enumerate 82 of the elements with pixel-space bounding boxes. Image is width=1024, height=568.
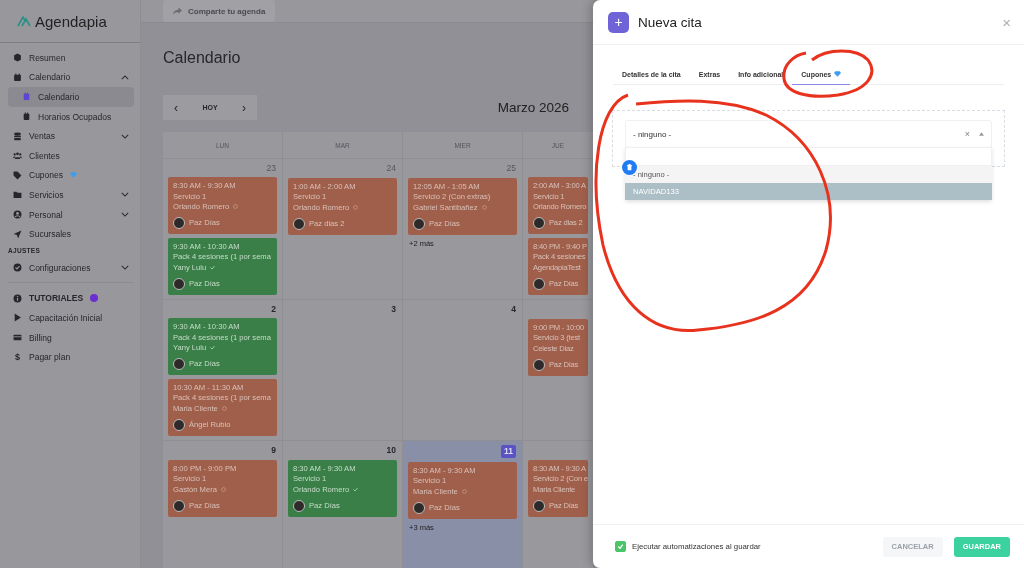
share-icon: [173, 7, 182, 15]
database-icon: [13, 131, 22, 141]
nav-subitem[interactable]: Calendario: [8, 87, 134, 107]
chevron-icon[interactable]: [121, 133, 129, 139]
day-number: 9: [271, 445, 276, 456]
avatar: [173, 217, 185, 230]
credit-card-icon: [13, 333, 22, 342]
circle-icon: [461, 489, 467, 495]
avatar: [533, 278, 545, 290]
logo-text: Agendapia: [35, 12, 107, 30]
calendar-icon: [13, 72, 22, 82]
next-button[interactable]: ›: [231, 99, 257, 116]
day-number: 25: [506, 163, 516, 174]
nav-item[interactable]: $ Pagar plan: [8, 347, 134, 367]
avatar: [293, 499, 305, 512]
check-icon: [353, 487, 359, 493]
previous-button[interactable]: ‹: [163, 99, 189, 116]
modal-title: Nueva cita: [638, 14, 703, 30]
info-icon: [13, 293, 22, 303]
tag-icon: [13, 170, 22, 180]
avatar: [173, 358, 185, 371]
circle-icon: [353, 205, 359, 211]
avatar: [413, 501, 425, 514]
dollar-icon: $: [13, 352, 22, 363]
nav-item[interactable]: Clientes: [8, 145, 134, 166]
day-number: 2: [271, 304, 276, 315]
circle-icon: [233, 204, 239, 210]
day-number: 24: [386, 163, 396, 174]
chevron-icon[interactable]: [121, 74, 129, 80]
avatar: [173, 419, 185, 431]
add-button[interactable]: +: [608, 11, 629, 33]
paper-plane-icon: [13, 229, 22, 239]
nav-item[interactable]: Capacitación Inicial: [8, 308, 134, 328]
month-label: Marzo 2026: [497, 100, 569, 115]
nav-item[interactable]: Cupones: [8, 165, 134, 186]
share-button[interactable]: Comparte tu agenda: [163, 0, 276, 22]
user-circle-icon: [13, 210, 22, 220]
circle-icon: [221, 406, 227, 412]
nav-item[interactable]: Ventas: [8, 126, 134, 146]
nav-item[interactable]: Configuraciones: [8, 257, 134, 278]
day-number: 10: [386, 445, 396, 456]
check-icon: [210, 345, 216, 351]
nav-subitem[interactable]: Horarios Ocupados: [8, 106, 134, 127]
chevron-icon[interactable]: [121, 212, 129, 218]
day-number: 23: [266, 163, 276, 174]
avatar: [533, 217, 545, 230]
nav-item[interactable]: TUTORIALES: [8, 288, 134, 309]
day-number: 3: [391, 304, 396, 315]
day-number: 11: [501, 445, 516, 458]
avatar: [413, 217, 425, 230]
nav-item[interactable]: Servicios: [8, 185, 134, 205]
chevron-icon[interactable]: [121, 265, 129, 271]
calendar-icon: [22, 92, 31, 102]
calendar-icon: [22, 112, 31, 122]
status-dot: [90, 294, 99, 303]
search-field[interactable]: [625, 147, 992, 166]
avatar: [173, 499, 185, 512]
nav-item[interactable]: Resumen: [8, 48, 134, 68]
avatar: [533, 499, 545, 512]
nav-item[interactable]: Calendario: [8, 67, 134, 88]
check-circle-icon: [13, 263, 22, 273]
folder-icon: [13, 190, 22, 200]
page-title: Calendario: [163, 49, 242, 67]
clear-button[interactable]: ×: [964, 129, 970, 139]
checkbox[interactable]: [615, 541, 626, 552]
avatar: [173, 278, 185, 290]
users-icon: [13, 151, 22, 161]
logo-icon: [17, 15, 31, 27]
circle-icon: [481, 205, 487, 211]
nav-item[interactable]: Billing: [8, 327, 134, 348]
nav-item[interactable]: Personal: [8, 204, 134, 225]
nav-item[interactable]: Sucursales: [8, 224, 134, 244]
circle-icon: [220, 487, 226, 493]
check-icon: [210, 265, 216, 271]
play-icon: [13, 313, 22, 323]
coupon-select[interactable]: - ninguno - ×: [625, 120, 992, 148]
day-number: 4: [511, 304, 516, 315]
avatar: [533, 358, 545, 371]
chevron-icon[interactable]: [121, 192, 129, 198]
avatar: [293, 217, 305, 230]
cube-icon: [13, 53, 22, 63]
floating-action-icon[interactable]: [622, 160, 637, 175]
